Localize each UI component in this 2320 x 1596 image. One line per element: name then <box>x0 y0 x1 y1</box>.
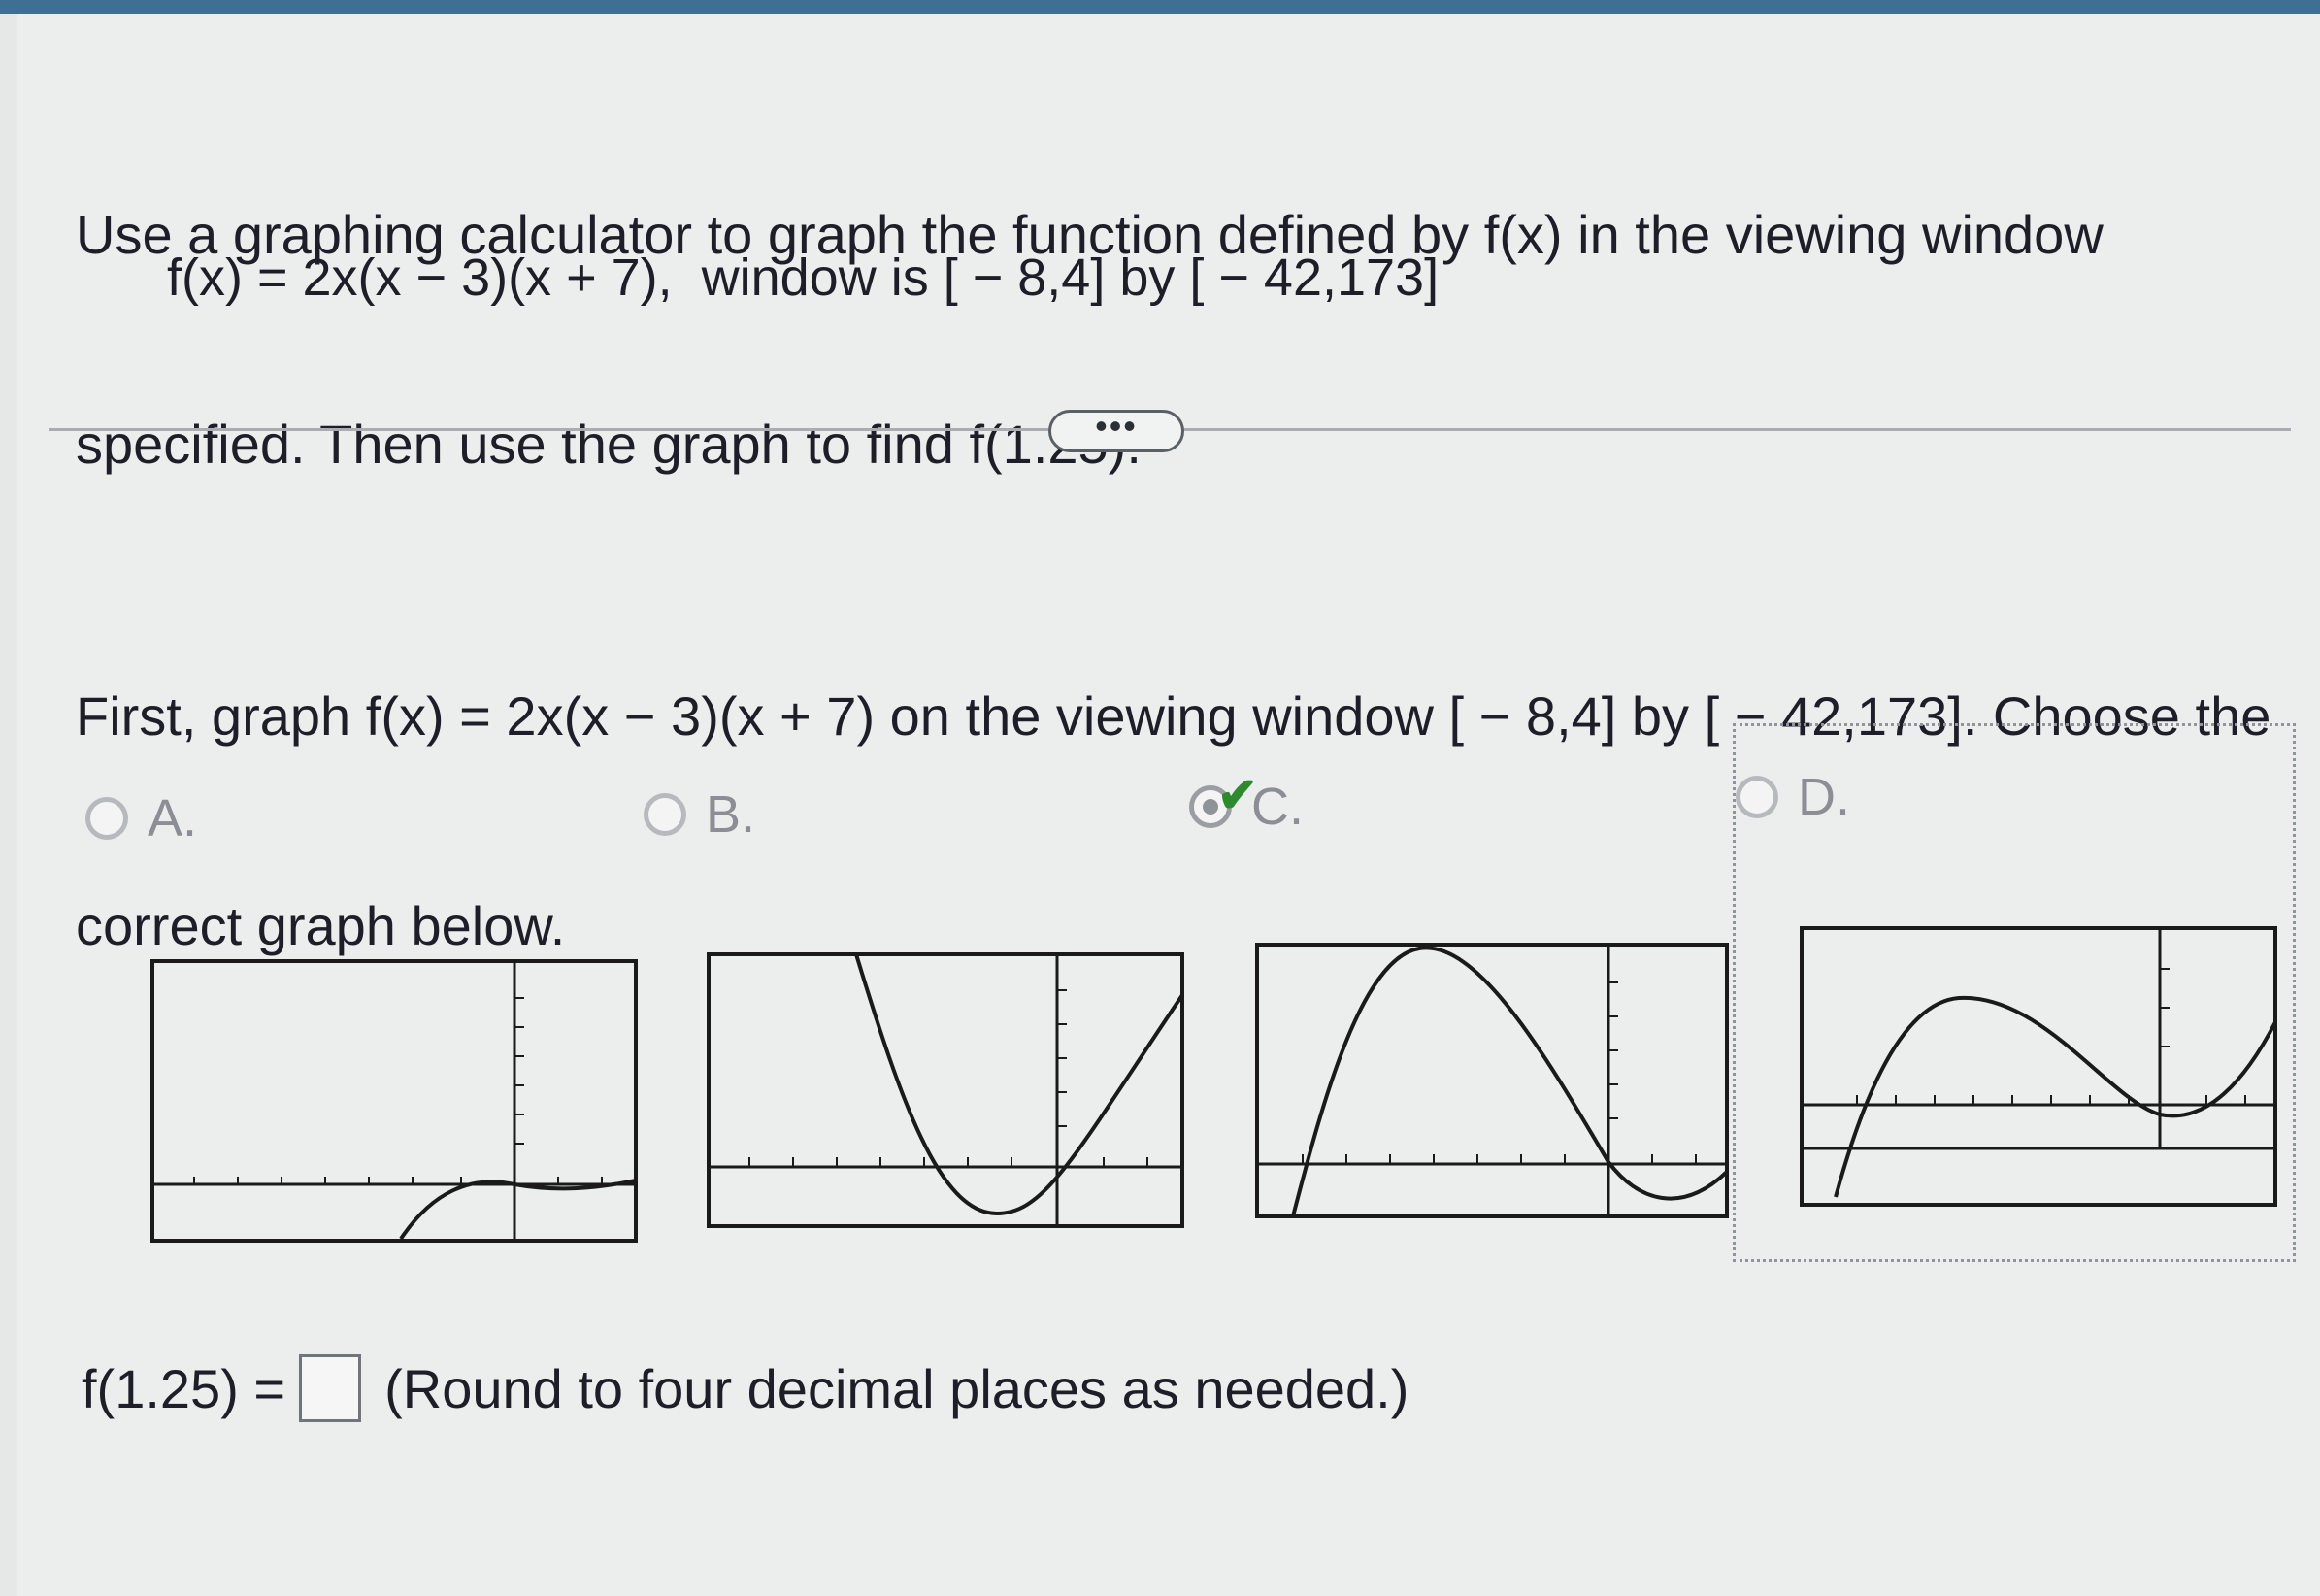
answer-row: f(1.25) = (Round to four decimal places … <box>82 1354 1409 1422</box>
option-a[interactable]: A. <box>85 788 197 848</box>
option-c-label: C. <box>1251 778 1304 836</box>
graph-c[interactable] <box>1254 939 1730 1220</box>
option-d-radio[interactable] <box>1736 776 1778 818</box>
option-a-radio[interactable] <box>85 797 128 840</box>
top-bar <box>0 0 2320 14</box>
option-a-label: A. <box>148 789 198 848</box>
option-b-label: B. <box>706 785 756 844</box>
answer-hint: (Round to four decimal places as needed.… <box>384 1357 1409 1419</box>
option-c-radio[interactable]: ✔ <box>1189 768 1258 828</box>
graph-d[interactable] <box>1799 925 2279 1207</box>
option-c[interactable]: ✔ C. <box>1189 768 1304 837</box>
answer-prefix: f(1.25) = <box>82 1357 286 1419</box>
answer-input[interactable] <box>299 1354 362 1422</box>
function-formula: f(x) = 2x(x − 3)(x + 7), window is [ − 8… <box>167 249 1440 307</box>
option-b-radio[interactable] <box>644 793 686 836</box>
show-more-button[interactable]: ••• <box>1048 409 1184 452</box>
graph-b[interactable] <box>706 951 1186 1233</box>
option-d[interactable]: D. <box>1736 767 1850 827</box>
checkmark-icon: ✔ <box>1217 768 1258 822</box>
graph-a[interactable] <box>150 959 641 1246</box>
option-b[interactable]: B. <box>644 784 755 845</box>
option-d-label: D. <box>1798 768 1850 826</box>
